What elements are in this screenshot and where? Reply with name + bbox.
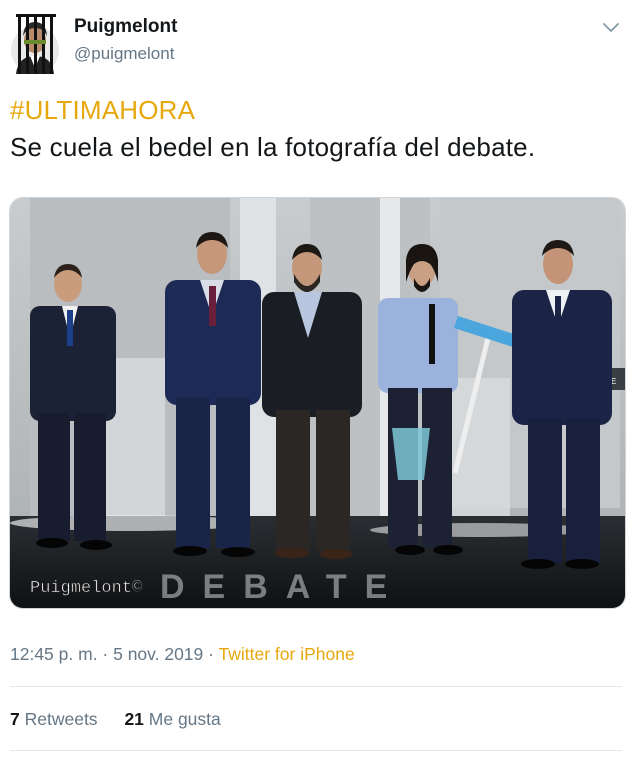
avatar[interactable] <box>10 10 60 74</box>
tweet-text: Se cuela el bedel en la fotografía del d… <box>10 132 536 162</box>
tweet-stats: 7 Retweets 21 Me gusta <box>10 709 243 730</box>
retweets-count: 7 <box>10 709 20 729</box>
divider <box>10 686 622 687</box>
retweets-label: Retweets <box>24 709 98 729</box>
hashtag-link[interactable]: #ULTIMAHORA <box>10 95 195 126</box>
author-name[interactable]: Puigmelont <box>74 16 177 38</box>
timestamp[interactable]: 12:45 p. m. · 5 nov. 2019 <box>10 644 203 664</box>
retweets-stat[interactable]: 7 Retweets <box>10 709 98 730</box>
floor-text: DEBATE <box>160 568 405 606</box>
divider <box>10 750 622 751</box>
tweet-photo[interactable]: TE DEBATE <box>9 197 626 609</box>
chevron-down-icon[interactable] <box>600 16 622 38</box>
meta-separator: · <box>203 644 219 664</box>
likes-count: 21 <box>124 709 144 729</box>
tweet-header: Puigmelont @puigmelont <box>10 10 622 74</box>
author-handle[interactable]: @puigmelont <box>74 44 174 64</box>
likes-label: Me gusta <box>148 709 221 729</box>
source-link[interactable]: Twitter for iPhone <box>219 644 355 664</box>
tweet-meta: 12:45 p. m. · 5 nov. 2019 · Twitter for … <box>10 644 355 665</box>
likes-stat[interactable]: 21 Me gusta <box>124 709 220 730</box>
watermark: Puigmelont© <box>30 579 142 598</box>
